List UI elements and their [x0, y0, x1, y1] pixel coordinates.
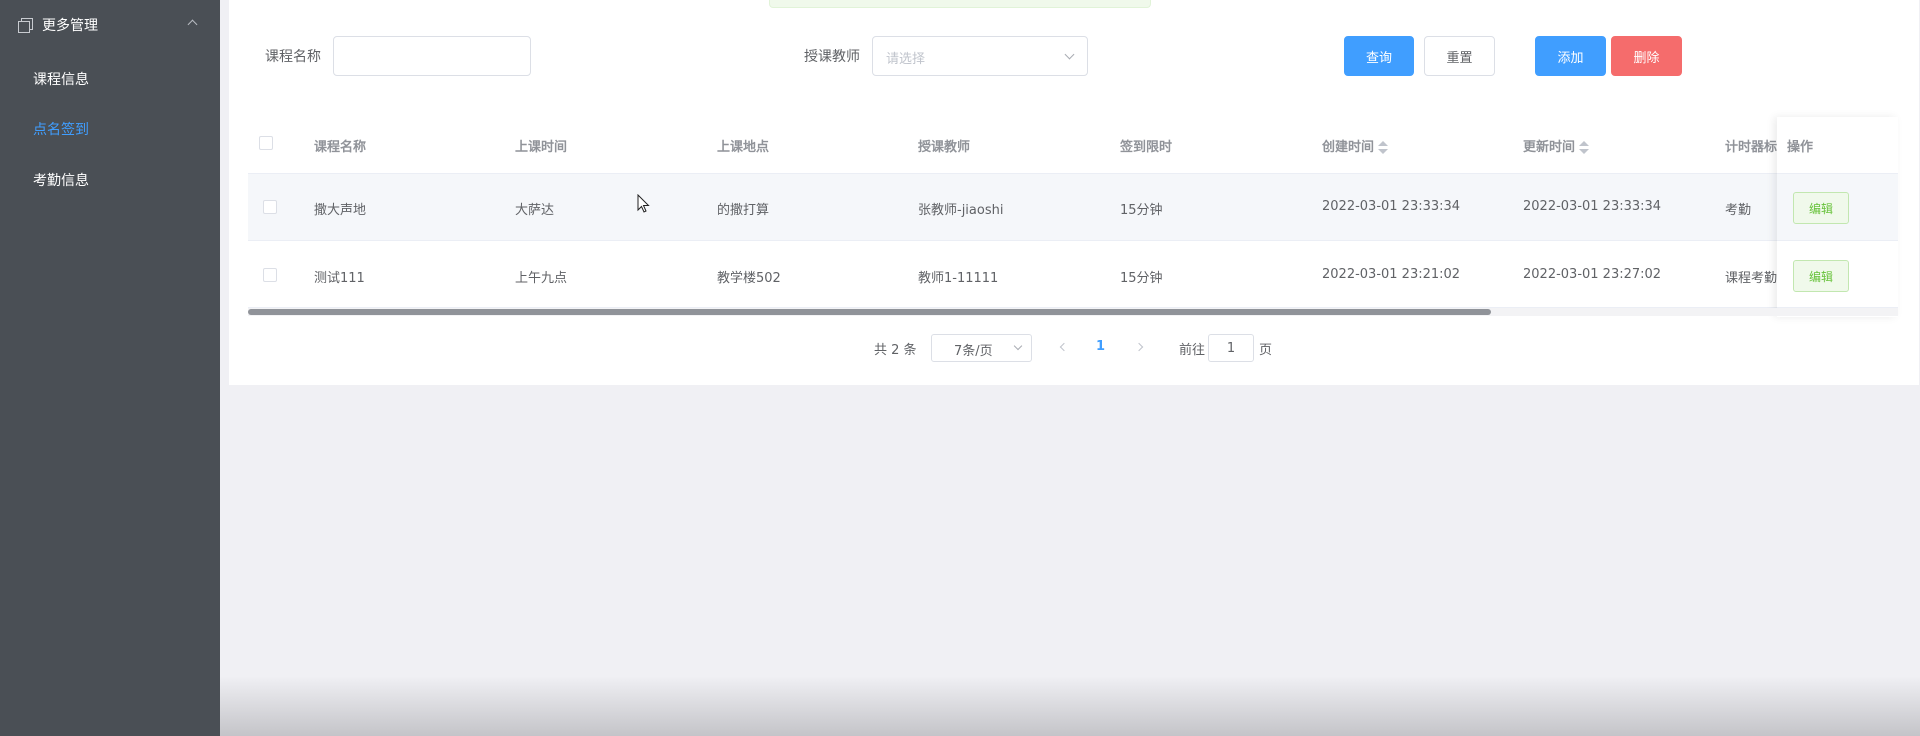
header-updated-time[interactable]: 更新时间 — [1523, 136, 1590, 155]
page-size-select[interactable]: 7条/页 — [931, 334, 1032, 362]
cell-course-name: 撒大声地 — [314, 203, 367, 218]
table-row[interactable]: 测试111 上午九点 教学楼502 教师1-11111 15分钟 2022-03… — [248, 241, 1898, 308]
header-teacher: 授课教师 — [918, 140, 971, 155]
header-updated-time-label: 更新时间 — [1523, 140, 1576, 155]
header-class-place: 上课地点 — [717, 140, 770, 155]
select-all-checkbox[interactable] — [259, 136, 273, 150]
goto-page-input[interactable] — [1208, 334, 1254, 362]
fixed-action-column: 操作 编辑 编辑 — [1777, 117, 1898, 317]
chevron-down-icon — [1013, 341, 1023, 351]
cell-class-time: 大萨达 — [515, 203, 555, 218]
action-header: 操作 — [1777, 117, 1898, 174]
table-row[interactable]: 撒大声地 大萨达 的撒打算 张教师-jiaoshi 15分钟 2022-03-0… — [248, 174, 1898, 241]
row-checkbox[interactable] — [263, 268, 277, 282]
teacher-select-placeholder: 请选择 — [886, 52, 926, 67]
sidebar-item-roll-call[interactable]: 点名签到 — [33, 119, 89, 139]
cell-teacher: 教师1-11111 — [918, 271, 999, 286]
delete-button[interactable]: 删除 — [1611, 36, 1682, 76]
pagination-total: 共 2 条 — [874, 343, 917, 358]
chevron-up-icon — [187, 19, 198, 30]
teacher-select[interactable]: 请选择 — [872, 36, 1088, 76]
cell-sign-limit: 15分钟 — [1120, 271, 1163, 286]
submenu-more-management[interactable]: 更多管理 — [0, 8, 220, 42]
success-toast — [769, 0, 1151, 8]
goto-label: 前往 — [1179, 343, 1206, 358]
cell-updated-time: 2022-03-01 23:33:34 — [1523, 199, 1662, 214]
course-table: 课程名称 上课时间 上课地点 授课教师 签到限时 创建时间 更新时间 计时器标 … — [248, 117, 1898, 317]
cell-created-time: 2022-03-01 23:21:02 — [1322, 267, 1461, 282]
row-checkbox[interactable] — [263, 200, 277, 214]
page-size-value: 7条/页 — [954, 344, 993, 359]
cell-class-place: 教学楼502 — [717, 271, 781, 286]
course-name-label: 课程名称 — [265, 49, 321, 65]
sidebar-item-course-info[interactable]: 课程信息 — [33, 69, 89, 89]
cell-created-time: 2022-03-01 23:33:34 — [1322, 199, 1461, 214]
header-sign-limit: 签到限时 — [1120, 140, 1173, 155]
cell-updated-time: 2022-03-01 23:27:02 — [1523, 267, 1662, 282]
reset-button[interactable]: 重置 — [1424, 36, 1495, 76]
edit-button[interactable]: 编辑 — [1793, 260, 1849, 292]
submenu-title-label: 更多管理 — [42, 18, 98, 34]
header-course-name: 课程名称 — [314, 140, 367, 155]
copy-icon — [18, 18, 33, 33]
table-scrollbar-thumb[interactable] — [248, 309, 1491, 315]
sort-icon[interactable] — [1378, 140, 1389, 155]
page-number-1[interactable]: 1 — [1096, 339, 1105, 354]
cell-class-place: 的撒打算 — [717, 203, 770, 218]
action-cell: 编辑 — [1777, 241, 1898, 308]
course-name-input[interactable] — [333, 36, 531, 76]
cell-course-name: 测试111 — [314, 271, 365, 286]
teacher-label: 授课教师 — [804, 49, 860, 65]
edit-button[interactable]: 编辑 — [1793, 192, 1849, 224]
bottom-shade — [220, 676, 1920, 736]
cell-teacher: 张教师-jiaoshi — [918, 203, 1004, 218]
add-button[interactable]: 添加 — [1535, 36, 1606, 76]
page-suffix-label: 页 — [1259, 343, 1273, 358]
cell-class-time: 上午九点 — [515, 271, 568, 286]
chevron-down-icon — [1064, 49, 1075, 60]
header-class-time: 上课时间 — [515, 140, 568, 155]
header-created-time[interactable]: 创建时间 — [1322, 136, 1389, 155]
sidebar: 更多管理 课程信息 点名签到 考勤信息 — [0, 0, 220, 736]
sidebar-item-attendance-info[interactable]: 考勤信息 — [33, 170, 89, 190]
cell-timer: 课程考勤 — [1725, 271, 1778, 286]
sort-icon[interactable] — [1579, 140, 1590, 155]
action-cell: 编辑 — [1777, 174, 1898, 241]
query-button[interactable]: 查询 — [1344, 36, 1414, 76]
header-created-time-label: 创建时间 — [1322, 140, 1375, 155]
header-timer: 计时器标 — [1725, 140, 1778, 155]
header-action: 操作 — [1787, 140, 1814, 155]
cell-sign-limit: 15分钟 — [1120, 203, 1163, 218]
cell-timer: 考勤 — [1725, 203, 1752, 218]
table-header: 课程名称 上课时间 上课地点 授课教师 签到限时 创建时间 更新时间 计时器标 — [248, 117, 1898, 174]
